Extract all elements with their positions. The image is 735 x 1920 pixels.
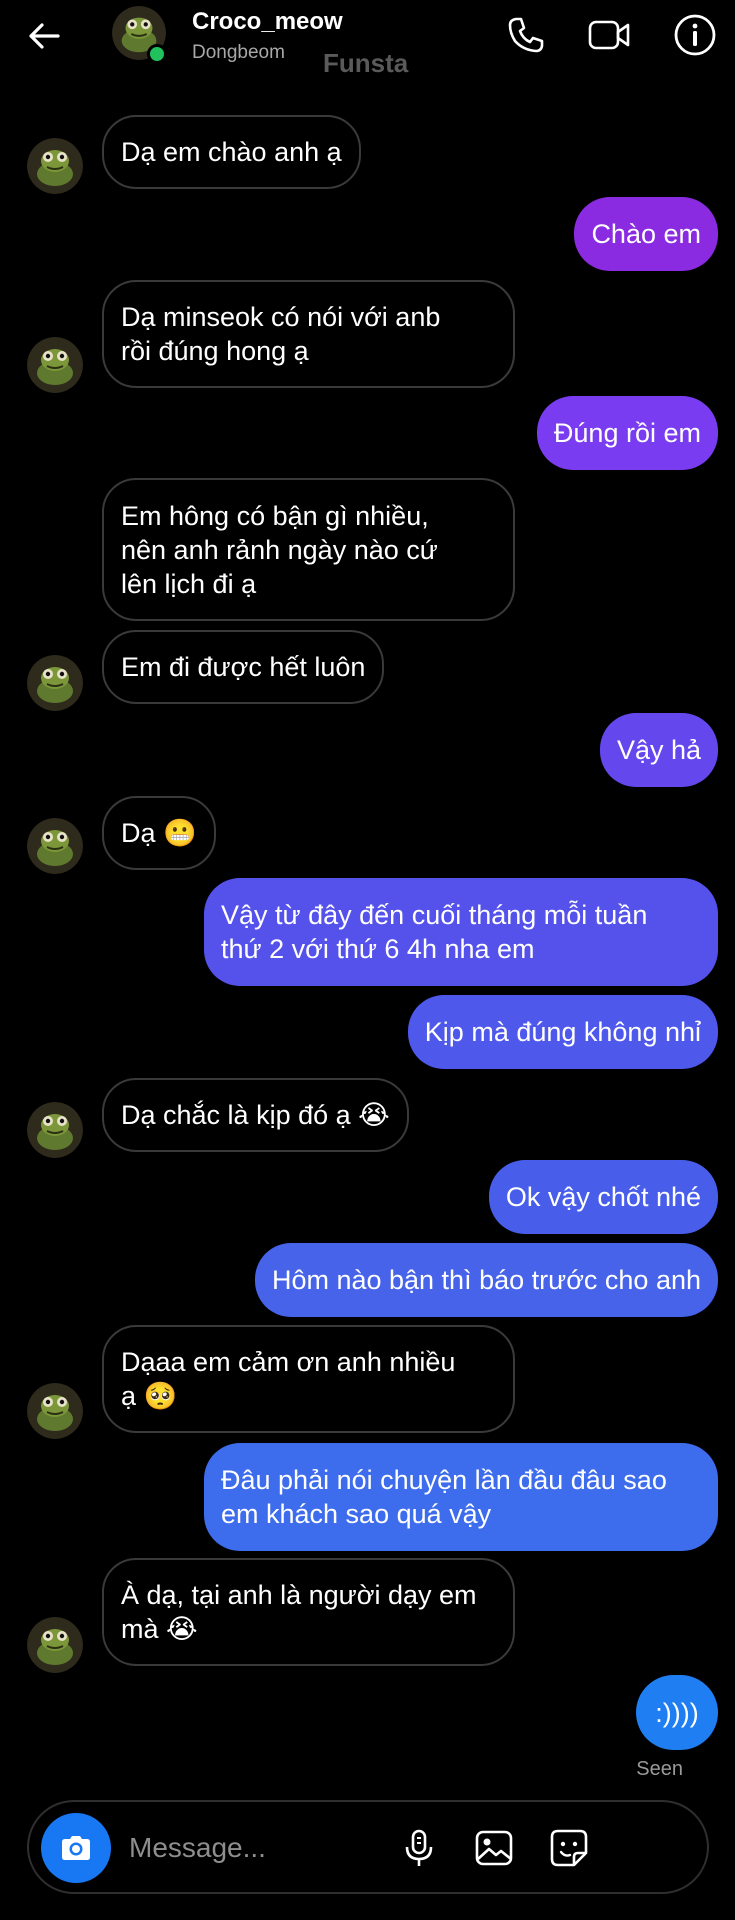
sender-avatar[interactable] — [27, 1617, 83, 1673]
online-status-dot — [147, 44, 167, 64]
message-text: À dạ, tại anh là người dạy em mà 😭 — [121, 1580, 477, 1644]
sender-avatar[interactable] — [27, 655, 83, 711]
message-text: Em hông có bận gì nhiều, nên anh rảnh ng… — [121, 500, 438, 599]
outgoing-message-bubble[interactable]: Vậy từ đây đến cuối tháng mỗi tuần thứ 2… — [204, 878, 718, 986]
sender-avatar[interactable] — [27, 1102, 83, 1158]
outgoing-message-bubble[interactable]: Đúng rồi em — [536, 396, 718, 470]
incoming-message-bubble[interactable]: Dạ 😬 — [102, 796, 216, 870]
outgoing-message-bubble[interactable]: :)))) — [636, 1675, 718, 1750]
gallery-icon[interactable] — [470, 1824, 518, 1872]
message-text: Dạ chắc là kịp đó ạ 😭 — [121, 1100, 390, 1130]
outgoing-message-bubble[interactable]: Kịp mà đúng không nhỉ — [407, 995, 718, 1069]
outgoing-message-bubble[interactable]: Đâu phải nói chuyện lần đầu đâu sao em k… — [204, 1443, 718, 1551]
message-composer — [27, 1800, 709, 1894]
chat-header: Croco_meow Dongbeom Funsta — [0, 0, 735, 100]
incoming-message-bubble[interactable]: Em hông có bận gì nhiều, nên anh rảnh ng… — [102, 478, 515, 621]
incoming-message-bubble[interactable]: Em đi được hết luôn — [102, 630, 385, 704]
sender-avatar[interactable] — [27, 337, 83, 393]
message-text: Hôm nào bận thì báo trước cho anh — [271, 1265, 701, 1295]
message-input[interactable] — [129, 1826, 389, 1870]
sender-avatar[interactable] — [27, 1383, 83, 1439]
camera-button[interactable] — [41, 1813, 111, 1883]
message-text: :)))) — [655, 1697, 699, 1728]
seen-status: Seen — [636, 1758, 683, 1780]
info-icon[interactable] — [672, 12, 718, 58]
message-text: Dạ em chào anh ạ — [121, 137, 342, 167]
message-text: Đâu phải nói chuyện lần đầu đâu sao em k… — [221, 1465, 667, 1529]
message-text: Dạ 😬 — [121, 818, 197, 848]
watermark: Funsta — [323, 48, 409, 78]
contact-name[interactable]: Croco_meow — [192, 8, 343, 36]
sender-avatar[interactable] — [27, 818, 83, 874]
message-text: Kịp mà đúng không nhỉ — [424, 1017, 701, 1047]
video-icon[interactable] — [586, 12, 632, 58]
back-arrow-icon[interactable] — [24, 16, 64, 56]
incoming-message-bubble[interactable]: Dạ em chào anh ạ — [102, 115, 361, 189]
outgoing-message-bubble[interactable]: Ok vậy chốt nhé — [488, 1160, 718, 1234]
sender-avatar[interactable] — [27, 138, 83, 194]
message-text: Vậy hả — [616, 735, 701, 765]
message-text: Ok vậy chốt nhé — [505, 1182, 701, 1212]
outgoing-message-bubble[interactable]: Vậy hả — [599, 713, 718, 787]
message-text: Em đi được hết luôn — [121, 652, 366, 682]
incoming-message-bubble[interactable]: Dạ chắc là kịp đó ạ 😭 — [102, 1078, 409, 1152]
message-text: Chào em — [591, 219, 701, 249]
message-text: Vậy từ đây đến cuối tháng mỗi tuần thứ 2… — [221, 900, 648, 964]
incoming-message-bubble[interactable]: Dạ minseok có nói với anb rồi đúng hong … — [102, 280, 515, 388]
outgoing-message-bubble[interactable]: Chào em — [574, 197, 718, 271]
outgoing-message-bubble[interactable]: Hôm nào bận thì báo trước cho anh — [254, 1243, 718, 1317]
message-text: Dạaa em cảm ơn anh nhiều ạ 🥺 — [121, 1347, 456, 1411]
contact-subtitle: Dongbeom — [192, 42, 285, 63]
camera-icon — [62, 1836, 90, 1860]
sticker-icon[interactable] — [545, 1824, 593, 1872]
message-text: Đúng rồi em — [553, 418, 701, 448]
message-text: Dạ minseok có nói với anb rồi đúng hong … — [121, 302, 441, 366]
incoming-message-bubble[interactable]: À dạ, tại anh là người dạy em mà 😭 — [102, 1558, 515, 1666]
incoming-message-bubble[interactable]: Dạaa em cảm ơn anh nhiều ạ 🥺 — [102, 1325, 515, 1433]
phone-icon[interactable] — [503, 12, 549, 58]
microphone-icon[interactable] — [395, 1824, 443, 1872]
